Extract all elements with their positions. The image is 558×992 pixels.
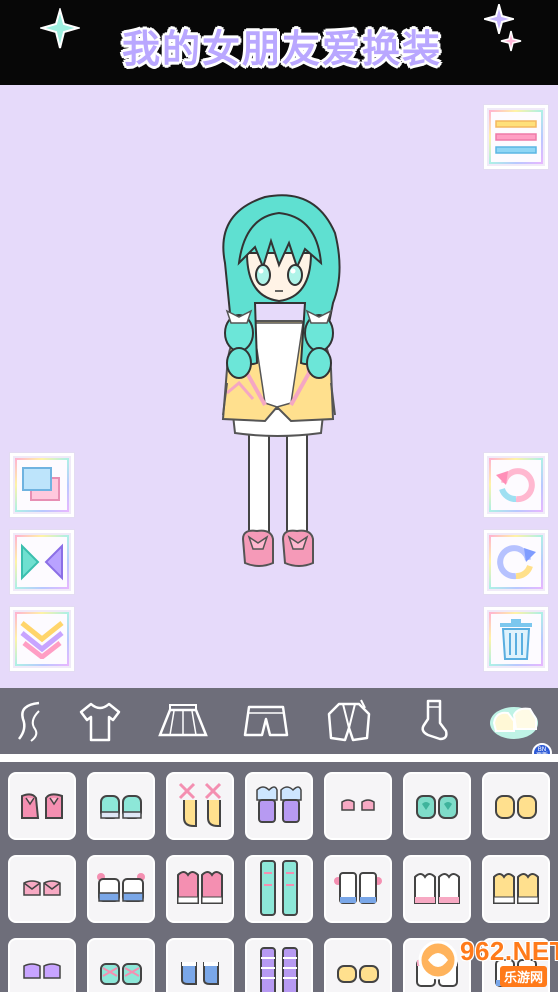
layers-button[interactable] <box>10 453 74 517</box>
shoes-icon <box>334 872 382 904</box>
trash-icon <box>500 619 532 660</box>
divider <box>0 754 558 762</box>
character[interactable] <box>205 193 355 573</box>
shoe-item[interactable] <box>166 938 234 992</box>
shoes-icon <box>493 873 539 904</box>
shoes-icon <box>256 786 302 823</box>
shoe-item[interactable] <box>245 938 313 992</box>
layers-icon <box>22 467 60 501</box>
hair-icon <box>18 701 41 742</box>
shoe-item[interactable] <box>324 772 392 840</box>
shoe-item[interactable] <box>245 855 313 923</box>
shoes-icon <box>23 880 61 896</box>
delete-button[interactable] <box>484 607 548 671</box>
shoes-icon <box>414 873 460 904</box>
redo-icon <box>497 545 536 580</box>
shoes-icon <box>260 947 298 992</box>
watermark-subtext: 乐游网 <box>500 966 548 987</box>
shoe-item[interactable] <box>166 855 234 923</box>
collapse-button[interactable] <box>10 607 74 671</box>
shoe-item[interactable] <box>403 772 471 840</box>
redo-button[interactable] <box>484 530 548 594</box>
tab-socks[interactable] <box>404 693 460 749</box>
menu-button[interactable] <box>484 105 548 169</box>
sock-icon <box>421 699 448 741</box>
shoe-item[interactable] <box>87 855 155 923</box>
flip-icon <box>21 543 63 581</box>
shoes-icon <box>100 795 142 819</box>
shoes-icon <box>181 962 219 985</box>
chevron-down-icon <box>20 621 64 659</box>
shoes-icon <box>416 795 458 819</box>
shoe-item[interactable] <box>324 938 392 992</box>
shoe-item[interactable] <box>87 772 155 840</box>
jacket-icon <box>327 699 371 742</box>
undo-button[interactable] <box>484 453 548 517</box>
shoes-icon <box>21 793 63 819</box>
shorts-icon <box>243 705 289 737</box>
shoe-item[interactable] <box>87 938 155 992</box>
skirt-icon <box>158 704 208 737</box>
title-bar: 我的女朋友爱换装 <box>0 0 558 85</box>
category-bar <box>0 688 558 754</box>
watermark-text: 962.NET <box>460 936 558 966</box>
shoe-item[interactable] <box>482 772 550 840</box>
shoes-icon <box>100 963 142 985</box>
shoes-icon <box>495 795 537 819</box>
shoe-item[interactable] <box>166 772 234 840</box>
shoes-icon <box>23 963 61 979</box>
shoes-icon <box>341 799 375 811</box>
item-grid: 962.NET 乐游网 <box>0 762 558 992</box>
shoe-item[interactable] <box>482 855 550 923</box>
tab-skirt[interactable] <box>155 693 211 749</box>
tshirt-icon <box>80 702 121 742</box>
dressup-stage <box>0 85 558 688</box>
shoe-item[interactable] <box>8 938 76 992</box>
shoe-item[interactable] <box>324 855 392 923</box>
undo-icon <box>496 468 535 503</box>
shoe-item[interactable] <box>403 855 471 923</box>
shoe-item[interactable] <box>8 855 76 923</box>
shoes-icon <box>490 707 539 739</box>
watermark-logo-icon <box>418 940 458 980</box>
menu-icon <box>495 120 537 154</box>
shoes-icon <box>97 873 145 902</box>
sparkle-icon <box>500 30 522 52</box>
tab-shorts[interactable] <box>238 693 294 749</box>
tab-top[interactable] <box>72 693 128 749</box>
tab-jacket[interactable] <box>321 693 377 749</box>
shoes-icon <box>177 871 223 904</box>
shoes-icon <box>337 965 379 983</box>
shoes-icon <box>260 860 298 916</box>
flip-button[interactable] <box>10 530 74 594</box>
shoes-icon <box>178 782 222 827</box>
tab-shoes[interactable] <box>486 693 542 749</box>
watermark: 962.NET 乐游网 <box>416 934 558 988</box>
shoe-item[interactable] <box>245 772 313 840</box>
tab-hair[interactable] <box>15 693 45 749</box>
app-title: 我的女朋友爱换装 <box>121 26 442 71</box>
shoe-item[interactable] <box>8 772 76 840</box>
